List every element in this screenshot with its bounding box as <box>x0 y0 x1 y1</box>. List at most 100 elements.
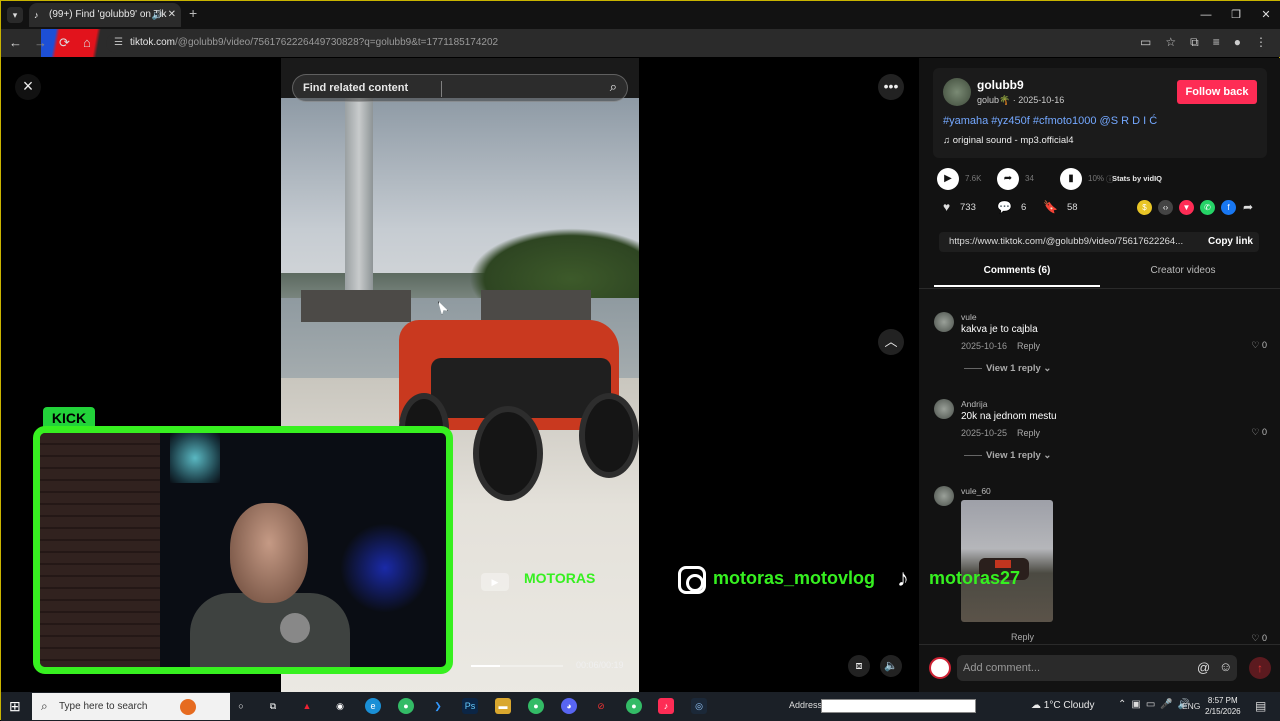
language-indicator[interactable]: ENG <box>1182 701 1200 711</box>
home-icon[interactable]: ⌂ <box>83 35 91 51</box>
comment-item: vule kakva je to cajbla 2025-10-16 Reply … <box>934 312 1269 382</box>
creator-avatar[interactable] <box>943 78 971 106</box>
windows-start-icon[interactable]: ⊞ <box>9 698 21 715</box>
my-avatar[interactable] <box>929 657 951 679</box>
comment-like[interactable]: ♡ 0 <box>1251 633 1267 644</box>
video-progress-bar[interactable] <box>471 665 563 667</box>
forward-icon[interactable]: → <box>34 35 47 51</box>
emoji-icon[interactable]: ☺ <box>1219 659 1232 674</box>
app-red-circle-icon[interactable]: ⊘ <box>593 698 609 714</box>
comment-date: 2025-10-25 <box>961 428 1008 438</box>
comment-like[interactable]: ♡ 0 <box>1251 427 1267 438</box>
edge-icon[interactable]: e <box>365 698 381 714</box>
tab-comments[interactable]: Comments (6) <box>934 265 1100 287</box>
close-window-button[interactable]: ✕ <box>1251 1 1280 29</box>
tab-tiktok[interactable]: ♪ (99+) Find 'golubb9' on Tik 🔊 ✕ <box>29 3 181 27</box>
related-search-input[interactable]: Find related content <box>303 75 408 101</box>
previous-video-button[interactable]: ︿ <box>878 329 904 355</box>
commenter-name[interactable]: Andrija <box>961 399 987 409</box>
clock[interactable]: 8:57 PM 2/15/2026 <box>1205 695 1241 717</box>
more-share-icon[interactable]: ➦ <box>1243 200 1253 214</box>
commenter-name[interactable]: vule <box>961 312 977 322</box>
bar-chart-icon[interactable]: ▮ <box>1060 168 1082 190</box>
minimize-button[interactable]: — <box>1191 1 1221 29</box>
cast-icon[interactable]: ▭ <box>1140 35 1151 50</box>
reply-button[interactable]: Reply <box>1017 428 1040 438</box>
discord-icon[interactable]: ◕ <box>561 698 577 714</box>
commenter-avatar[interactable] <box>934 486 954 506</box>
pip-button[interactable]: ⧈ <box>848 655 870 677</box>
profile-avatar[interactable]: ● <box>1234 35 1241 50</box>
address-toolbar-input[interactable] <box>821 699 976 713</box>
search-icon[interactable]: ⌕ <box>610 79 617 95</box>
mention-icon[interactable]: @ <box>1197 660 1210 675</box>
comment-like[interactable]: ♡ 0 <box>1251 340 1267 351</box>
view-replies-button[interactable]: View 1 reply ⌄ <box>964 363 1051 374</box>
maximize-button[interactable]: ❐ <box>1221 1 1251 29</box>
send-to-friends-icon[interactable]: ▼ <box>1179 200 1194 215</box>
tab-list-icon[interactable]: ≡ <box>1213 35 1220 50</box>
follow-back-button[interactable]: Follow back <box>1177 80 1257 104</box>
weather-widget[interactable]: ☁ 1°C Cloudy <box>1031 700 1094 711</box>
post-sound[interactable]: ♫ original sound - mp3.official4 <box>943 135 1074 146</box>
back-icon[interactable]: ← <box>9 35 22 51</box>
vscode-icon[interactable]: ❯ <box>430 698 446 714</box>
reply-line <box>964 454 982 456</box>
send-comment-button[interactable]: ↑ <box>1249 657 1271 679</box>
copy-link-button[interactable]: Copy link <box>1208 232 1253 252</box>
view-replies-button[interactable]: View 1 reply ⌄ <box>964 450 1051 461</box>
facebook-icon[interactable]: f <box>1221 200 1236 215</box>
file-explorer-icon[interactable]: ▬ <box>495 698 511 714</box>
post-card: golubb9 golub🌴 · 2025-10-16 Follow back … <box>933 68 1267 158</box>
tab-menu-icon[interactable]: ▾ <box>7 7 23 23</box>
post-hashtags[interactable]: #yamaha #yz450f #cfmoto1000 @S R D I Ć <box>943 115 1157 127</box>
browser-menu-icon[interactable]: ⋮ <box>1255 35 1267 50</box>
related-search[interactable]: Find related content ⌕ <box>292 74 628 102</box>
bookmark-icon[interactable]: 🔖 <box>1043 200 1058 214</box>
cortana-icon[interactable]: ○ <box>233 698 249 714</box>
task-view-icon[interactable]: ⧉ <box>265 698 281 714</box>
commenter-avatar[interactable] <box>934 399 954 419</box>
vidiq-stats-row: ▶ 7.6K ➦ 34 ▮ 10% ⓘ Stats by vidIQ <box>937 168 1267 194</box>
share-arrow-icon[interactable]: ➦ <box>997 168 1019 190</box>
video-link[interactable]: https://www.tiktok.com/@golubb9/video/75… <box>949 232 1194 252</box>
bookmark-star-icon[interactable]: ☆ <box>1165 35 1176 50</box>
like-heart-icon[interactable]: ♥ <box>943 200 950 214</box>
coin-share-icon[interactable]: $ <box>1137 200 1152 215</box>
notification-icon[interactable]: ▤ <box>1255 699 1266 713</box>
embed-icon[interactable]: ‹› <box>1158 200 1173 215</box>
chrome-app-icon[interactable]: ● <box>626 698 642 714</box>
comment-image[interactable] <box>961 500 1053 622</box>
commenter-name[interactable]: vule_60 <box>961 486 991 496</box>
close-video-icon[interactable]: × <box>15 74 41 100</box>
steam-icon[interactable]: ◎ <box>691 698 707 714</box>
comment-date: 2025-10-16 <box>961 341 1008 351</box>
tab-close-icon[interactable]: ✕ <box>168 3 176 27</box>
tiktok-app-icon[interactable]: ♪ <box>658 698 674 714</box>
creator-username[interactable]: golubb9 <box>977 78 1024 92</box>
taskbar-search[interactable]: ⌕ Type here to search <box>32 693 230 720</box>
volume-button[interactable]: 🔈 <box>880 655 902 677</box>
chrome-icon[interactable]: ● <box>398 698 414 714</box>
obs-icon[interactable]: ◉ <box>332 698 348 714</box>
stats-by-vidiq[interactable]: Stats by vidIQ <box>1112 174 1162 183</box>
shares-stat: 34 <box>1025 174 1034 183</box>
reply-button[interactable]: Reply <box>1017 341 1040 351</box>
reload-icon[interactable]: ⟳ <box>59 35 70 51</box>
whatsapp-icon[interactable]: ✆ <box>1200 200 1215 215</box>
extensions-icon[interactable]: ⧉ <box>1190 35 1199 50</box>
chrome-profile-icon[interactable]: ● <box>528 698 544 714</box>
app-red-icon[interactable]: ▲ <box>299 698 315 714</box>
add-comment-input[interactable]: Add comment... <box>957 655 1237 681</box>
tab-creator-videos[interactable]: Creator videos <box>1100 265 1266 287</box>
reply-button[interactable]: Reply <box>1011 632 1034 642</box>
new-tab-button[interactable]: + <box>189 5 197 21</box>
more-options-button[interactable]: ••• <box>878 74 904 100</box>
address-bar[interactable]: ☰ tiktok.com/@golubb9/video/756176222644… <box>106 33 1266 53</box>
audio-icon[interactable]: 🔊 <box>152 3 163 27</box>
site-info-icon[interactable]: ☰ <box>114 33 123 53</box>
photoshop-icon[interactable]: Ps <box>462 698 478 714</box>
play-icon[interactable]: ▶ <box>937 168 959 190</box>
comment-icon[interactable]: 💬 <box>997 200 1012 214</box>
commenter-avatar[interactable] <box>934 312 954 332</box>
